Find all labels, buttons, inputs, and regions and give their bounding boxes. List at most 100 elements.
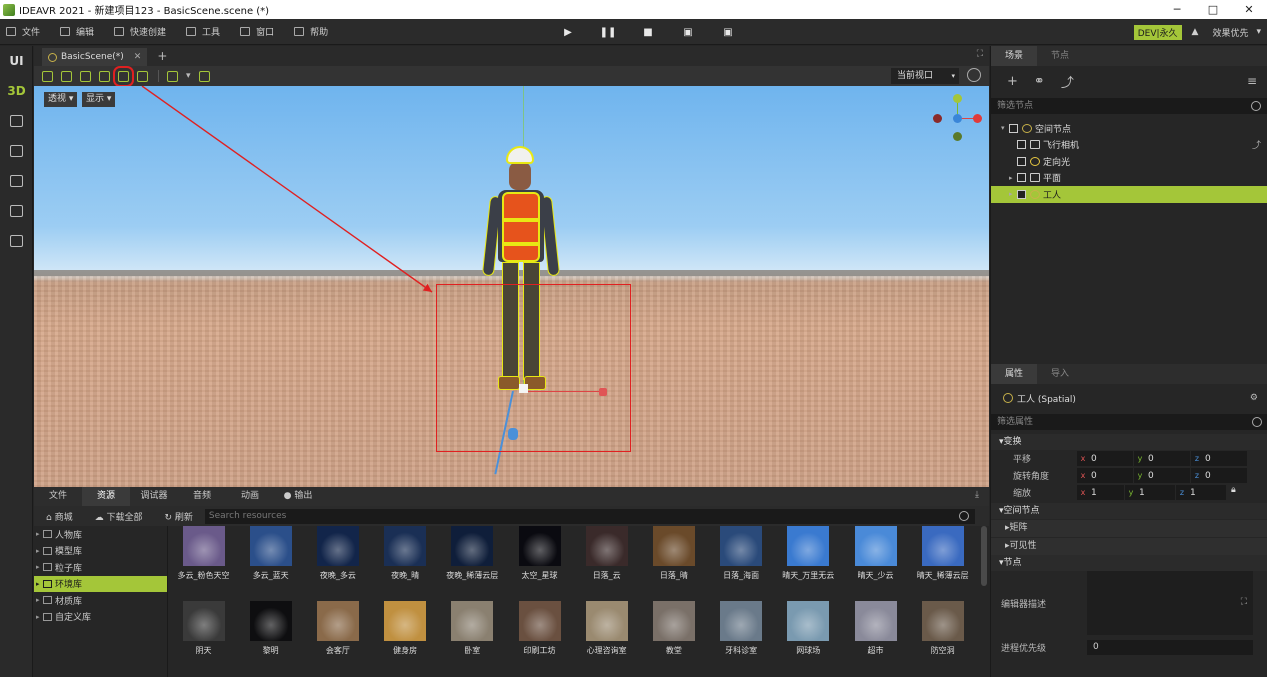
stop-button[interactable]: ■ — [628, 27, 668, 38]
tab-files[interactable]: 文件 — [34, 487, 82, 506]
environment-thumbnail[interactable]: 夜晚_晴 — [372, 526, 439, 581]
gizmo-z-dot[interactable] — [953, 114, 962, 123]
rotation-x-field[interactable]: x0 — [1077, 468, 1133, 483]
environment-thumbnail[interactable]: 超市 — [842, 601, 909, 656]
expand-editor-icon[interactable]: ⛶ — [1241, 597, 1247, 607]
orientation-gizmo[interactable] — [933, 92, 983, 142]
translation-z-field[interactable]: z0 — [1191, 451, 1247, 466]
maximize-button[interactable]: □ — [1195, 0, 1231, 19]
tab-properties[interactable]: 属性 — [991, 364, 1037, 384]
resource-scrollbar[interactable] — [981, 526, 987, 586]
environment-thumbnail[interactable]: 晴天_稀薄云层 — [909, 526, 976, 581]
environment-thumbnail[interactable]: 卧室 — [439, 601, 506, 656]
tree-node-plane[interactable]: ▸ 平面 — [991, 170, 1267, 187]
visibility-checkbox[interactable] — [1017, 173, 1026, 183]
tab-import[interactable]: 导入 — [1037, 364, 1083, 384]
menu-quick-create[interactable]: 快速创建 — [114, 25, 166, 38]
gizmo-y-dot[interactable] — [953, 94, 962, 103]
tree-node-spatial-root[interactable]: ▾ 空间节点 — [991, 120, 1267, 137]
property-settings-icon[interactable]: ⚙ — [1250, 393, 1258, 403]
expand-icon[interactable]: ▸ — [1009, 190, 1017, 198]
environment-thumbnail[interactable]: 太空_星球 — [506, 526, 573, 581]
rotation-y-field[interactable]: y0 — [1134, 468, 1190, 483]
environment-thumbnail[interactable]: 晴天_万里无云 — [775, 526, 842, 581]
resource-search-input[interactable]: Search resources — [204, 508, 975, 524]
expand-icon[interactable]: ▸ — [1009, 174, 1017, 182]
refresh-button[interactable]: ↻ 刷新 — [164, 510, 192, 523]
expand-icon[interactable]: ▾ — [1001, 124, 1009, 132]
link-icon[interactable]: ⚭ — [1034, 74, 1045, 89]
camera-preview-icon[interactable] — [198, 70, 210, 82]
library-models[interactable]: ▸ 模型库 — [34, 543, 167, 560]
scale-z-field[interactable]: z1 — [1176, 485, 1226, 500]
spatial-group-header[interactable]: ▾空间节点 — [991, 503, 1267, 519]
tree-node-fly-camera[interactable]: 飞行相机 ⤴ — [991, 137, 1267, 154]
3d-mode-button[interactable]: 3D — [0, 76, 33, 106]
scene-viewport[interactable]: 透视 ▾ 显示 ▾ — [34, 86, 989, 487]
library-people[interactable]: ▸ 人物库 — [34, 526, 167, 543]
gizmo-x-dot[interactable] — [973, 114, 982, 123]
export-button[interactable] — [0, 196, 33, 226]
property-filter-input[interactable]: 筛选属性 — [991, 414, 1267, 430]
quality-select[interactable]: 效果优先 — [1212, 26, 1248, 39]
tab-debugger[interactable]: 调试器 — [130, 487, 178, 506]
translation-y-field[interactable]: y0 — [1134, 451, 1190, 466]
visibility-checkbox[interactable] — [1009, 123, 1018, 133]
environment-thumbnail[interactable]: 黎明 — [237, 601, 304, 656]
environment-thumbnail[interactable]: 会客厅 — [304, 601, 371, 656]
environment-thumbnail[interactable]: 多云_蓝天 — [237, 526, 304, 581]
tab-node[interactable]: 节点 — [1037, 46, 1083, 66]
store-button[interactable] — [0, 136, 33, 166]
scale-x-field[interactable]: x1 — [1077, 485, 1124, 500]
environment-thumbnail[interactable]: 日落_晴 — [640, 526, 707, 581]
translation-x-field[interactable]: x0 — [1077, 451, 1133, 466]
menu-tools[interactable]: 工具 — [186, 25, 220, 38]
gizmo-neg-y-dot[interactable] — [953, 132, 962, 141]
environment-thumbnail[interactable]: 日落_海面 — [708, 526, 775, 581]
download-all-button[interactable]: ☁ 下载全部 — [95, 510, 143, 523]
collapse-panel-icon[interactable]: ⤓ — [975, 490, 979, 500]
exit-button[interactable] — [0, 226, 33, 256]
select-tool-icon[interactable] — [42, 70, 53, 82]
tab-resources[interactable]: 资源 — [82, 487, 130, 506]
visibility-checkbox[interactable] — [1017, 140, 1026, 150]
layout-dropdown-arrow-icon[interactable]: ▾ — [186, 71, 191, 81]
node-graph-button[interactable] — [0, 106, 33, 136]
ui-mode-button[interactable]: UI — [0, 46, 33, 76]
layout-icon[interactable] — [167, 70, 178, 82]
menu-edit[interactable]: 编辑 — [60, 25, 94, 38]
gizmo-neg-x-dot[interactable] — [933, 114, 942, 123]
library-custom[interactable]: ▸ 自定义库 — [34, 609, 167, 626]
pivot-tool-icon[interactable] — [113, 65, 134, 87]
menu-file[interactable]: 文件 — [6, 25, 40, 38]
matrix-subgroup[interactable]: ▸矩阵 — [991, 520, 1267, 537]
close-window-button[interactable]: ✕ — [1231, 0, 1267, 19]
quality-dropdown-arrow-icon[interactable]: ▾ — [1256, 27, 1261, 37]
resources-button[interactable] — [0, 166, 33, 196]
scale-y-field[interactable]: y1 — [1125, 485, 1175, 500]
process-priority-field[interactable]: 0 — [1087, 640, 1253, 655]
tab-audio[interactable]: 音频 — [178, 487, 226, 506]
library-environment[interactable]: ▸ 环境库 — [34, 575, 167, 592]
environment-thumbnail[interactable]: 网球场 — [775, 601, 842, 656]
node-group-header[interactable]: ▾节点 — [991, 555, 1267, 571]
environment-thumbnail[interactable]: 晴天_少云 — [842, 526, 909, 581]
menu-window[interactable]: 窗口 — [240, 25, 274, 38]
menu-help[interactable]: 帮助 — [294, 25, 328, 38]
library-particles[interactable]: ▸ 粒子库 — [34, 559, 167, 576]
environment-thumbnail[interactable]: 健身房 — [372, 601, 439, 656]
lock-icon[interactable]: 🔒︎ — [1231, 485, 1236, 500]
bounds-tool-icon[interactable] — [137, 70, 148, 82]
environment-thumbnail[interactable]: 印刷工坊 — [506, 601, 573, 656]
instance-icon[interactable]: ⤴ — [1061, 72, 1074, 91]
tree-node-directional-light[interactable]: 定向光 — [991, 153, 1267, 170]
minimize-button[interactable]: ─ — [1159, 0, 1195, 19]
visibility-checkbox[interactable] — [1017, 156, 1026, 166]
add-node-icon[interactable]: + — [1007, 74, 1018, 89]
environment-thumbnail[interactable]: 夜晚_稀薄云层 — [439, 526, 506, 581]
pause-button[interactable]: ❚❚ — [588, 27, 628, 38]
environment-thumbnail[interactable]: 阴天 — [170, 601, 237, 656]
transform-group-header[interactable]: ▾变换 — [991, 434, 1267, 450]
run-scene-icon[interactable]: ▣ — [668, 27, 708, 38]
add-tab-button[interactable]: + — [157, 48, 167, 66]
